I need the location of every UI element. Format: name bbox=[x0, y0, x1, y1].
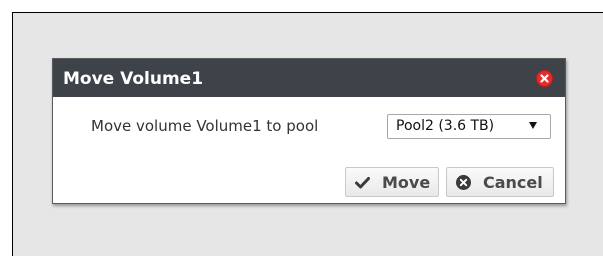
close-icon bbox=[540, 74, 549, 83]
dialog-header: Move Volume1 bbox=[53, 59, 565, 97]
move-button-label: Move bbox=[382, 173, 431, 192]
move-prompt-label: Move volume Volume1 to pool bbox=[91, 117, 319, 135]
cancel-circle-icon bbox=[456, 175, 471, 190]
close-button[interactable] bbox=[536, 70, 553, 87]
move-volume-dialog: Move Volume1 Move volume Volume1 to pool… bbox=[52, 58, 566, 204]
cancel-button[interactable]: Cancel bbox=[446, 167, 554, 197]
cancel-button-label: Cancel bbox=[483, 173, 543, 192]
pool-select-value: Pool2 (3.6 TB) bbox=[396, 118, 495, 134]
dialog-title: Move Volume1 bbox=[63, 69, 204, 89]
dropdown-arrow-icon bbox=[529, 122, 537, 129]
checkmark-icon bbox=[355, 177, 370, 189]
pool-select[interactable]: Pool2 (3.6 TB) bbox=[387, 114, 551, 139]
move-button[interactable]: Move bbox=[345, 167, 439, 197]
